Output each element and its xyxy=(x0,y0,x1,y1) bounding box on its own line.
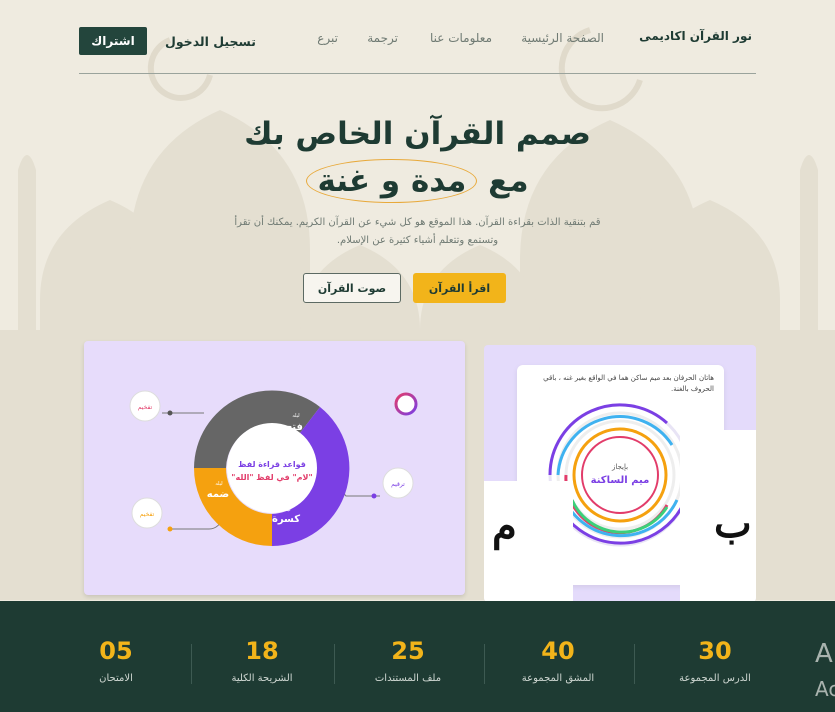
stat-documents-label: ملف المستندات xyxy=(374,673,442,684)
stat-exercises: 40 المشق المجموعة xyxy=(503,637,613,684)
lam-rules-diagram: قواعد قراءة لفظ "لام" في لفظ "الله" ليله… xyxy=(129,390,418,546)
stat-lessons-label: الدرس المجموعة xyxy=(679,673,751,684)
stat-exercises-label: المشق المجموعة xyxy=(521,673,595,684)
stat-documents: 25 ملف المستندات xyxy=(353,637,463,684)
subscribe-button[interactable]: اشتراك xyxy=(79,27,147,55)
hero-title-line2: مع مدة و غنة xyxy=(0,159,835,203)
stat-lessons: 30 الدرس المجموعة xyxy=(660,637,770,684)
letter-ba: ب xyxy=(714,500,752,547)
hero-title-prefix: مع xyxy=(488,163,529,199)
seg-damma-small: ليله xyxy=(215,481,223,487)
brand-logo[interactable]: نور القرآن اكاديمى xyxy=(639,29,752,43)
chip-right[interactable]: ترقيم xyxy=(382,467,414,499)
stats-bar: 30 الدرس المجموعة 40 المشق المجموعة 25 م… xyxy=(0,601,835,712)
seg-damma-label: ضمه xyxy=(207,489,229,500)
stat-exams-value: 05 xyxy=(99,637,133,665)
seg-kasra-label: كسرة xyxy=(272,514,300,525)
letter-card-meem: م xyxy=(484,481,573,602)
nav-item-home[interactable]: الصفحة الرئيسية xyxy=(521,31,604,45)
hero-subtitle-line2: وتستمع وتتعلم أشياء كثيرة عن الإسلام. xyxy=(336,235,499,246)
meem-sakinah-card: هاتان الحرفان بعد ميم ساكن هما في الواقع… xyxy=(484,345,756,602)
seg-fatha-small: ليله xyxy=(292,413,300,419)
stat-divider xyxy=(191,644,192,684)
nav-item-about[interactable]: معلومات عنا xyxy=(430,31,492,45)
stat-exams-label: الامتحان xyxy=(99,673,133,684)
read-quran-button[interactable]: اقرأ القرآن xyxy=(413,273,506,303)
chip-right-label: ترقيم xyxy=(391,481,405,488)
hero-subtitle: قم بتنقية الذات بقراءة القرآن. هذا الموق… xyxy=(0,214,835,250)
letter-meem: م xyxy=(492,503,517,550)
chip-bottom-left[interactable]: تفخيم xyxy=(131,497,163,529)
stat-divider xyxy=(334,644,335,684)
stat-exercises-value: 40 xyxy=(541,637,575,665)
dot-top-left xyxy=(167,410,173,416)
chip-top-left-label: تفخيم xyxy=(138,404,153,411)
quran-audio-button[interactable]: صوت القرآن xyxy=(303,273,401,303)
dot-right xyxy=(371,493,377,499)
login-link[interactable]: تسجيل الدخول xyxy=(165,34,256,49)
hero-subtitle-line1: قم بتنقية الذات بقراءة القرآن. هذا الموق… xyxy=(234,217,601,228)
hero-title-highlight: مدة و غنة xyxy=(306,159,478,203)
stat-documents-value: 25 xyxy=(391,637,425,665)
nav-item-donate[interactable]: تبرع xyxy=(317,31,338,45)
partial-text-line1: A xyxy=(815,639,833,669)
stat-lessons-value: 30 xyxy=(698,637,732,665)
nav-item-translation[interactable]: ترجمة xyxy=(367,31,398,45)
hero-title-line1: صمم القرآن الخاص بك xyxy=(244,116,591,152)
stat-slides-value: 18 xyxy=(245,637,279,665)
lam-rules-card: قواعد قراءة لفظ "لام" في لفظ "الله" ليله… xyxy=(84,341,465,595)
center-line1: قواعد قراءة لفظ xyxy=(238,460,306,469)
partial-text-line2: Ac xyxy=(815,677,835,701)
meem-title: ميم الساكنة xyxy=(591,475,650,486)
center-line2: "لام" في لفظ "الله" xyxy=(231,473,312,482)
stat-divider xyxy=(484,644,485,684)
stat-slides-label: الشريحة الكلية xyxy=(231,673,293,684)
top-header: اشتراك تسجيل الدخول تبرع ترجمة معلومات ع… xyxy=(79,22,756,74)
stat-divider xyxy=(634,644,635,684)
seg-kasra-small: ليله xyxy=(283,507,291,513)
stat-slides: 18 الشريحة الكلية xyxy=(207,637,317,684)
gradient-ring-icon xyxy=(394,392,418,416)
meem-small-label: بإيجاز xyxy=(611,463,628,471)
chip-top-left[interactable]: تفخيم xyxy=(129,390,161,422)
dot-bottom-left xyxy=(167,526,173,532)
header-divider xyxy=(79,73,756,74)
chip-bottom-left-label: تفخيم xyxy=(140,511,155,518)
letter-card-ba: ب xyxy=(680,430,756,602)
stat-exams: 05 الامتحان xyxy=(61,637,171,684)
seg-fatha-label: فتح xyxy=(285,422,303,433)
